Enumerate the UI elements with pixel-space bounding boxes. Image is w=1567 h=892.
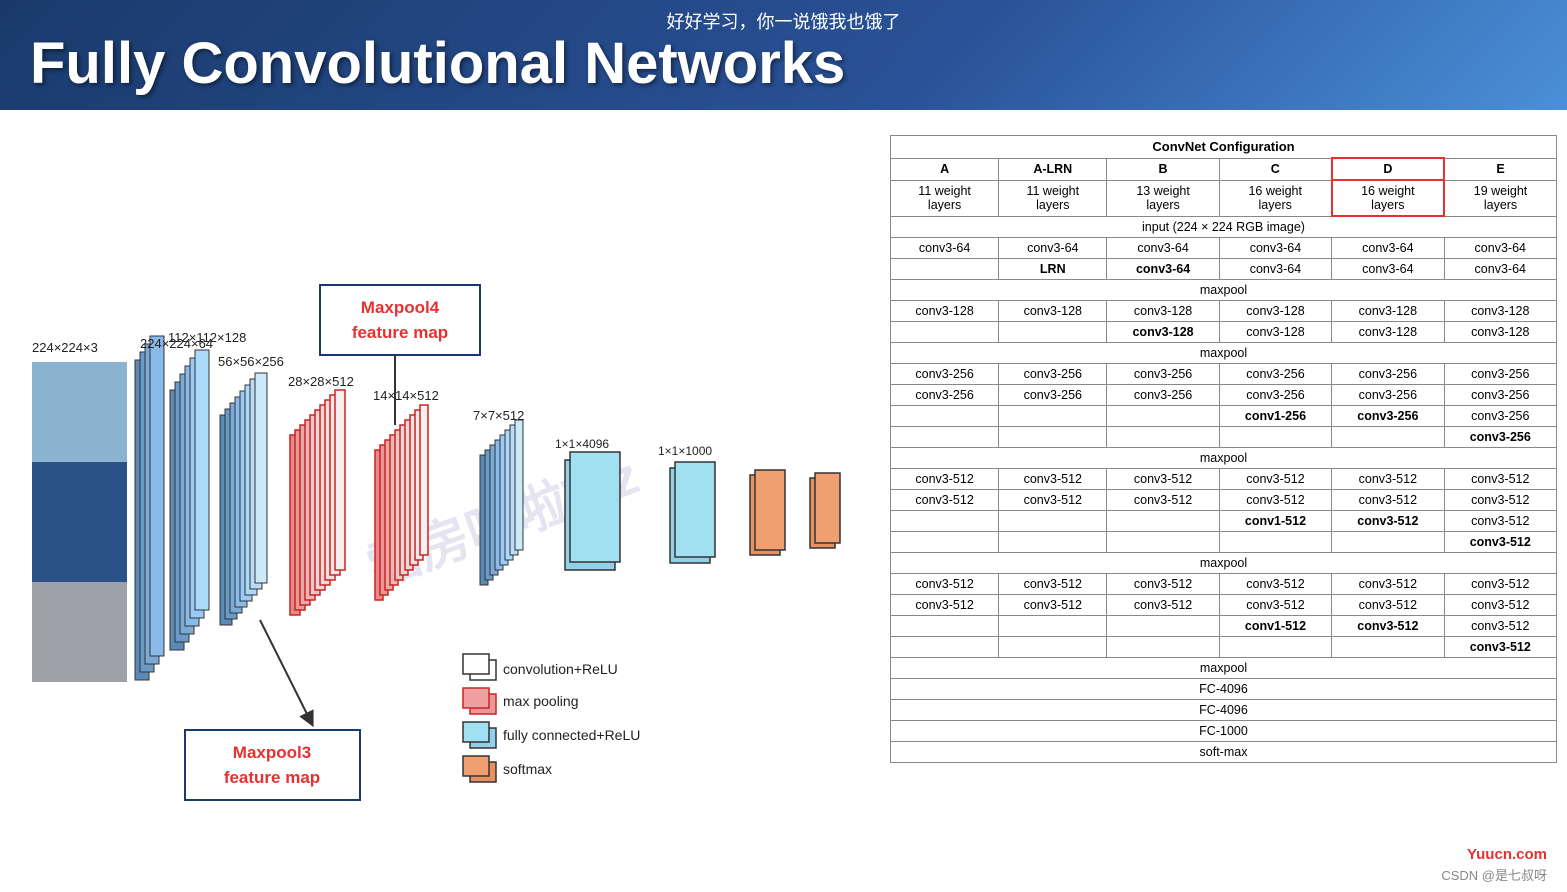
conv2-row1: conv3-128 conv3-128 conv3-128 conv3-128 …: [891, 301, 1557, 322]
conv3-row1: conv3-256 conv3-256 conv3-256 conv3-256 …: [891, 364, 1557, 385]
svg-text:Maxpool4: Maxpool4: [361, 298, 440, 317]
col-b-sublabel: 13 weightlayers: [1107, 180, 1219, 216]
col-d-header: D: [1332, 158, 1444, 180]
svg-text:1×1×1000: 1×1×1000: [658, 444, 712, 458]
conv3-row3: conv1-256 conv3-256 conv3-256: [891, 406, 1557, 427]
svg-text:feature map: feature map: [352, 323, 448, 342]
fc-4096-row1: FC-4096: [891, 679, 1557, 700]
svg-text:224×224×3: 224×224×3: [32, 340, 98, 355]
diagram-area: 霜房吧啦Wz: [10, 130, 880, 882]
col-a-sublabel: 11 weightlayers: [891, 180, 999, 216]
col-d-sublabel: 16 weightlayers: [1332, 180, 1444, 216]
footer-yuucn: Yuucn.com: [1467, 846, 1547, 863]
svg-text:feature map: feature map: [224, 768, 320, 787]
conv4-row2: conv3-512 conv3-512 conv3-512 conv3-512 …: [891, 490, 1557, 511]
conv2-row2: conv3-128 conv3-128 conv3-128 conv3-128: [891, 322, 1557, 343]
fc-4096-row2: FC-4096: [891, 700, 1557, 721]
col-c-sublabel: 16 weightlayers: [1219, 180, 1331, 216]
svg-text:Maxpool3: Maxpool3: [233, 743, 311, 762]
table-title-row: ConvNet Configuration: [891, 136, 1557, 159]
svg-text:fully connected+ReLU: fully connected+ReLU: [503, 727, 640, 743]
header-subtitle: 好好学习，你一说饿我也饿了: [667, 8, 901, 34]
main-content: 霜房吧啦Wz: [0, 110, 1567, 892]
col-b-header: B: [1107, 158, 1219, 180]
conv1-row2: LRN conv3-64 conv3-64 conv3-64 conv3-64: [891, 259, 1557, 280]
conv1-row1: conv3-64 conv3-64 conv3-64 conv3-64 conv…: [891, 238, 1557, 259]
svg-text:max pooling: max pooling: [503, 693, 579, 709]
col-e-header: E: [1444, 158, 1556, 180]
maxpool-3: maxpool: [891, 448, 1557, 469]
network-diagram: 224×224×3 224×224×64 112×112×128 56×56×2…: [10, 130, 880, 830]
maxpool-5: maxpool: [891, 658, 1557, 679]
input-row: input (224 × 224 RGB image): [891, 216, 1557, 238]
conv5-row2: conv3-512 conv3-512 conv3-512 conv3-512 …: [891, 595, 1557, 616]
header: 好好学习，你一说饿我也饿了 Fully Convolutional Networ…: [0, 0, 1567, 110]
conv3-row2: conv3-256 conv3-256 conv3-256 conv3-256 …: [891, 385, 1557, 406]
table-header-row: A A-LRN B C D E: [891, 158, 1557, 180]
input-label: input (224 × 224 RGB image): [891, 216, 1557, 238]
svg-text:softmax: softmax: [503, 761, 552, 777]
fc-1000-row: FC-1000: [891, 721, 1557, 742]
conv4-row4: conv3-512: [891, 532, 1557, 553]
svg-text:convolution+ReLU: convolution+ReLU: [503, 661, 618, 677]
svg-text:56×56×256: 56×56×256: [218, 354, 284, 369]
svg-text:7×7×512: 7×7×512: [473, 408, 524, 423]
conv3-row4: conv3-256: [891, 427, 1557, 448]
conv5-row1: conv3-512 conv3-512 conv3-512 conv3-512 …: [891, 574, 1557, 595]
maxpool-4: maxpool: [891, 553, 1557, 574]
conv4-row3: conv1-512 conv3-512 conv3-512: [891, 511, 1557, 532]
col-a-header: A: [891, 158, 999, 180]
svg-text:112×112×128: 112×112×128: [168, 330, 246, 345]
conv5-row4: conv3-512: [891, 637, 1557, 658]
conv5-row3: conv1-512 conv3-512 conv3-512: [891, 616, 1557, 637]
table-title: ConvNet Configuration: [891, 136, 1557, 159]
softmax-row: soft-max: [891, 742, 1557, 763]
header-title: Fully Convolutional Networks: [30, 35, 845, 93]
maxpool-2: maxpool: [891, 343, 1557, 364]
table-area: ConvNet Configuration A A-LRN B C D E 11…: [890, 130, 1557, 882]
col-alrn-header: A-LRN: [999, 158, 1107, 180]
footer: Yuucn.com CSDN @是七叔呀: [1441, 846, 1547, 884]
footer-csdn: CSDN @是七叔呀: [1441, 865, 1547, 884]
sublabel-row: 11 weightlayers 11 weightlayers 13 weigh…: [891, 180, 1557, 216]
svg-text:28×28×512: 28×28×512: [288, 374, 354, 389]
convnet-table: ConvNet Configuration A A-LRN B C D E 11…: [890, 135, 1557, 763]
col-e-sublabel: 19 weightlayers: [1444, 180, 1556, 216]
col-c-header: C: [1219, 158, 1331, 180]
col-alrn-sublabel: 11 weightlayers: [999, 180, 1107, 216]
maxpool-1: maxpool: [891, 280, 1557, 301]
conv4-row1: conv3-512 conv3-512 conv3-512 conv3-512 …: [891, 469, 1557, 490]
svg-text:14×14×512: 14×14×512: [373, 388, 439, 403]
svg-text:1×1×4096: 1×1×4096: [555, 437, 609, 451]
